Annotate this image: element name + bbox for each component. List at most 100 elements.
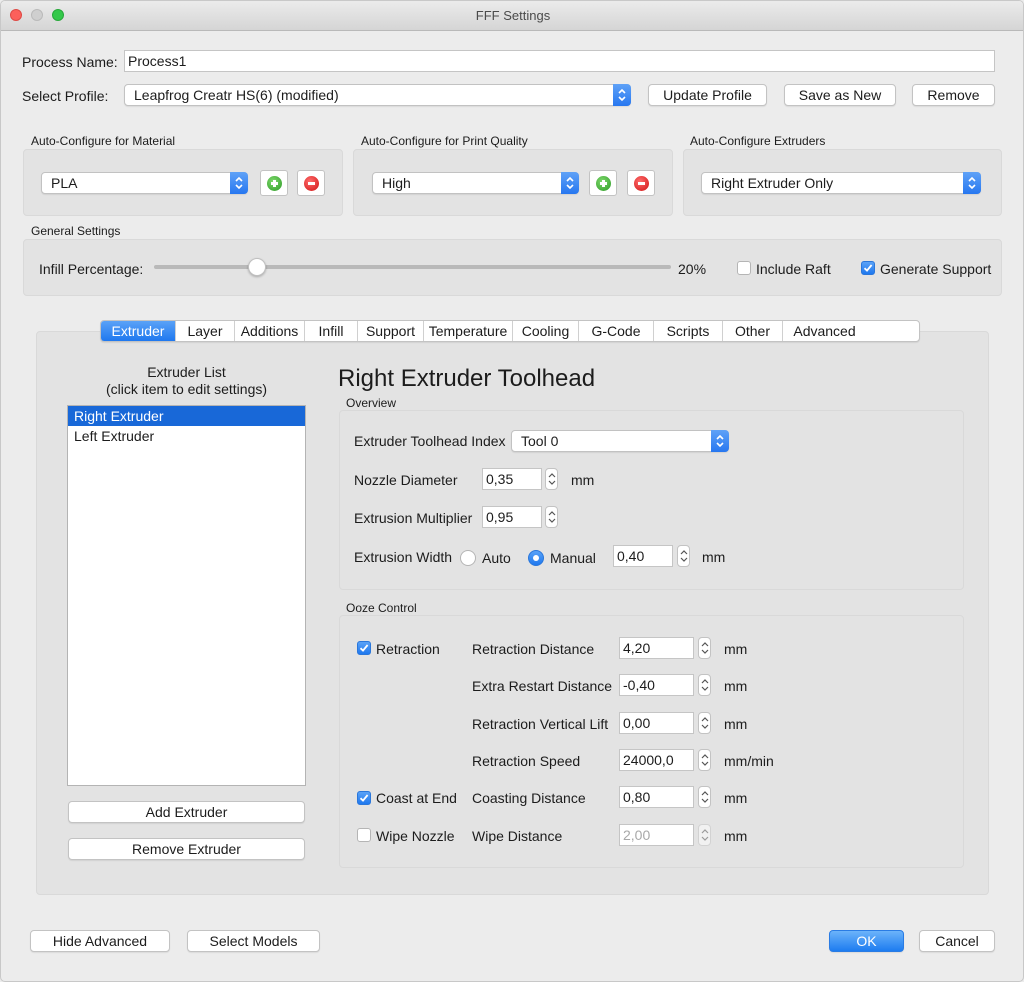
save-as-new-button[interactable]: Save as New [784,84,896,106]
wipe-distance-unit: mm [724,828,748,844]
infill-percentage-label: Infill Percentage: [39,261,144,277]
remove-material-button[interactable] [297,170,325,196]
wipe-distance-stepper[interactable] [698,824,711,846]
extrusion-width-label: Extrusion Width [354,549,453,565]
select-profile-label: Select Profile: [22,88,109,104]
include-raft-checkbox[interactable] [737,261,751,275]
update-profile-button[interactable]: Update Profile [648,84,767,106]
extruder-list: Right Extruder Left Extruder [67,405,306,786]
infill-percentage-value: 20% [678,261,707,277]
process-name-input[interactable]: Process1 [124,50,995,72]
tab-extruder[interactable]: Extruder [101,321,176,341]
generate-support-label: Generate Support [880,261,992,277]
coasting-distance-input[interactable]: 0,80 [619,786,694,808]
retraction-vertical-lift-stepper[interactable] [698,712,711,734]
tab-support[interactable]: Support [358,321,424,341]
remove-extruder-button[interactable]: Remove Extruder [68,838,305,860]
general-settings-title: General Settings [31,224,121,238]
material-select[interactable]: PLA [41,172,248,194]
wipe-distance-input[interactable]: 2,00 [619,824,694,846]
extrusion-width-auto-radio[interactable] [460,550,476,566]
remove-profile-button[interactable]: Remove [912,84,995,106]
ok-button[interactable]: OK [829,930,904,952]
extra-restart-distance-unit: mm [724,678,748,694]
extrusion-multiplier-input[interactable]: 0,95 [482,506,542,528]
extrusion-width-input[interactable]: 0,40 [613,545,673,567]
generate-support-checkbox[interactable] [861,261,875,275]
extruders-select[interactable]: Right Extruder Only [701,172,981,194]
tab-temperature[interactable]: Temperature [424,321,513,341]
retraction-speed-unit: mm/min [724,753,774,769]
retraction-distance-input[interactable]: 4,20 [619,637,694,659]
tab-infill[interactable]: Infill [305,321,358,341]
nozzle-diameter-input[interactable]: 0,35 [482,468,542,490]
wipe-nozzle-checkbox[interactable] [357,828,371,842]
infill-slider-track[interactable] [154,265,671,269]
select-models-button[interactable]: Select Models [187,930,320,952]
profile-select-value: Leapfrog Creatr HS(6) (modified) [134,87,339,103]
extrusion-width-unit: mm [702,549,726,565]
coasting-distance-stepper[interactable] [698,786,711,808]
quality-select[interactable]: High [372,172,579,194]
cancel-button[interactable]: Cancel [919,930,995,952]
coasting-distance-unit: mm [724,790,748,806]
extrusion-width-manual-radio[interactable] [528,550,544,566]
auto-extruders-title: Auto-Configure Extruders [690,134,826,148]
auto-material-title: Auto-Configure for Material [31,134,176,148]
tab-cooling[interactable]: Cooling [513,321,579,341]
tab-scripts[interactable]: Scripts [654,321,723,341]
add-material-button[interactable] [260,170,288,196]
popup-arrows-icon [561,172,579,194]
extruder-list-title: Extruder List [147,364,226,380]
overview-title: Overview [346,396,397,410]
toolhead-index-label: Extruder Toolhead Index [354,433,506,449]
extruder-list-hint: (click item to edit settings) [105,381,268,397]
checkmark-icon [359,794,369,802]
extruders-select-value: Right Extruder Only [711,175,834,191]
nozzle-diameter-stepper[interactable] [545,468,558,490]
retraction-label: Retraction [376,641,440,657]
extra-restart-distance-input[interactable]: -0,40 [619,674,694,696]
profile-select[interactable]: Leapfrog Creatr HS(6) (modified) [124,84,631,106]
checkmark-icon [359,644,369,652]
toolhead-index-select[interactable]: Tool 0 [511,430,729,452]
extrusion-width-stepper[interactable] [677,545,690,567]
retraction-vertical-lift-label: Retraction Vertical Lift [472,716,609,732]
extruder-list-item[interactable]: Left Extruder [68,426,305,446]
retraction-speed-stepper[interactable] [698,749,711,771]
include-raft-label: Include Raft [756,261,831,277]
retraction-distance-stepper[interactable] [698,637,711,659]
extrusion-multiplier-stepper[interactable] [545,506,558,528]
retraction-vertical-lift-input[interactable]: 0,00 [619,712,694,734]
coast-at-end-label: Coast at End [376,790,457,806]
extruder-list-item[interactable]: Right Extruder [68,406,305,426]
ooze-control-title: Ooze Control [346,601,417,615]
popup-arrows-icon [963,172,981,194]
nozzle-diameter-label: Nozzle Diameter [354,472,458,488]
retraction-checkbox[interactable] [357,641,371,655]
wipe-nozzle-label: Wipe Nozzle [376,828,455,844]
tab-layer[interactable]: Layer [176,321,235,341]
tab-additions[interactable]: Additions [235,321,305,341]
popup-arrows-icon [230,172,248,194]
process-name-label: Process Name: [22,54,118,70]
window-title: FFF Settings [475,8,551,23]
extra-restart-distance-label: Extra Restart Distance [472,678,613,694]
remove-quality-button[interactable] [627,170,655,196]
nozzle-diameter-unit: mm [571,472,595,488]
tab-other[interactable]: Other [723,321,783,341]
extrusion-width-auto-label: Auto [482,550,511,566]
tab-g-code[interactable]: G-Code [579,321,654,341]
hide-advanced-button[interactable]: Hide Advanced [30,930,170,952]
popup-arrows-icon [613,84,631,106]
quality-select-value: High [382,175,411,191]
extra-restart-distance-stepper[interactable] [698,674,711,696]
retraction-speed-input[interactable]: 24000,0 [619,749,694,771]
tab-advanced[interactable]: Advanced [783,321,866,341]
add-extruder-button[interactable]: Add Extruder [68,801,305,823]
toolhead-heading: Right Extruder Toolhead [338,365,596,392]
extrusion-width-manual-label: Manual [550,550,596,566]
coast-at-end-checkbox[interactable] [357,791,371,805]
checkmark-icon [863,264,873,272]
add-quality-button[interactable] [589,170,617,196]
